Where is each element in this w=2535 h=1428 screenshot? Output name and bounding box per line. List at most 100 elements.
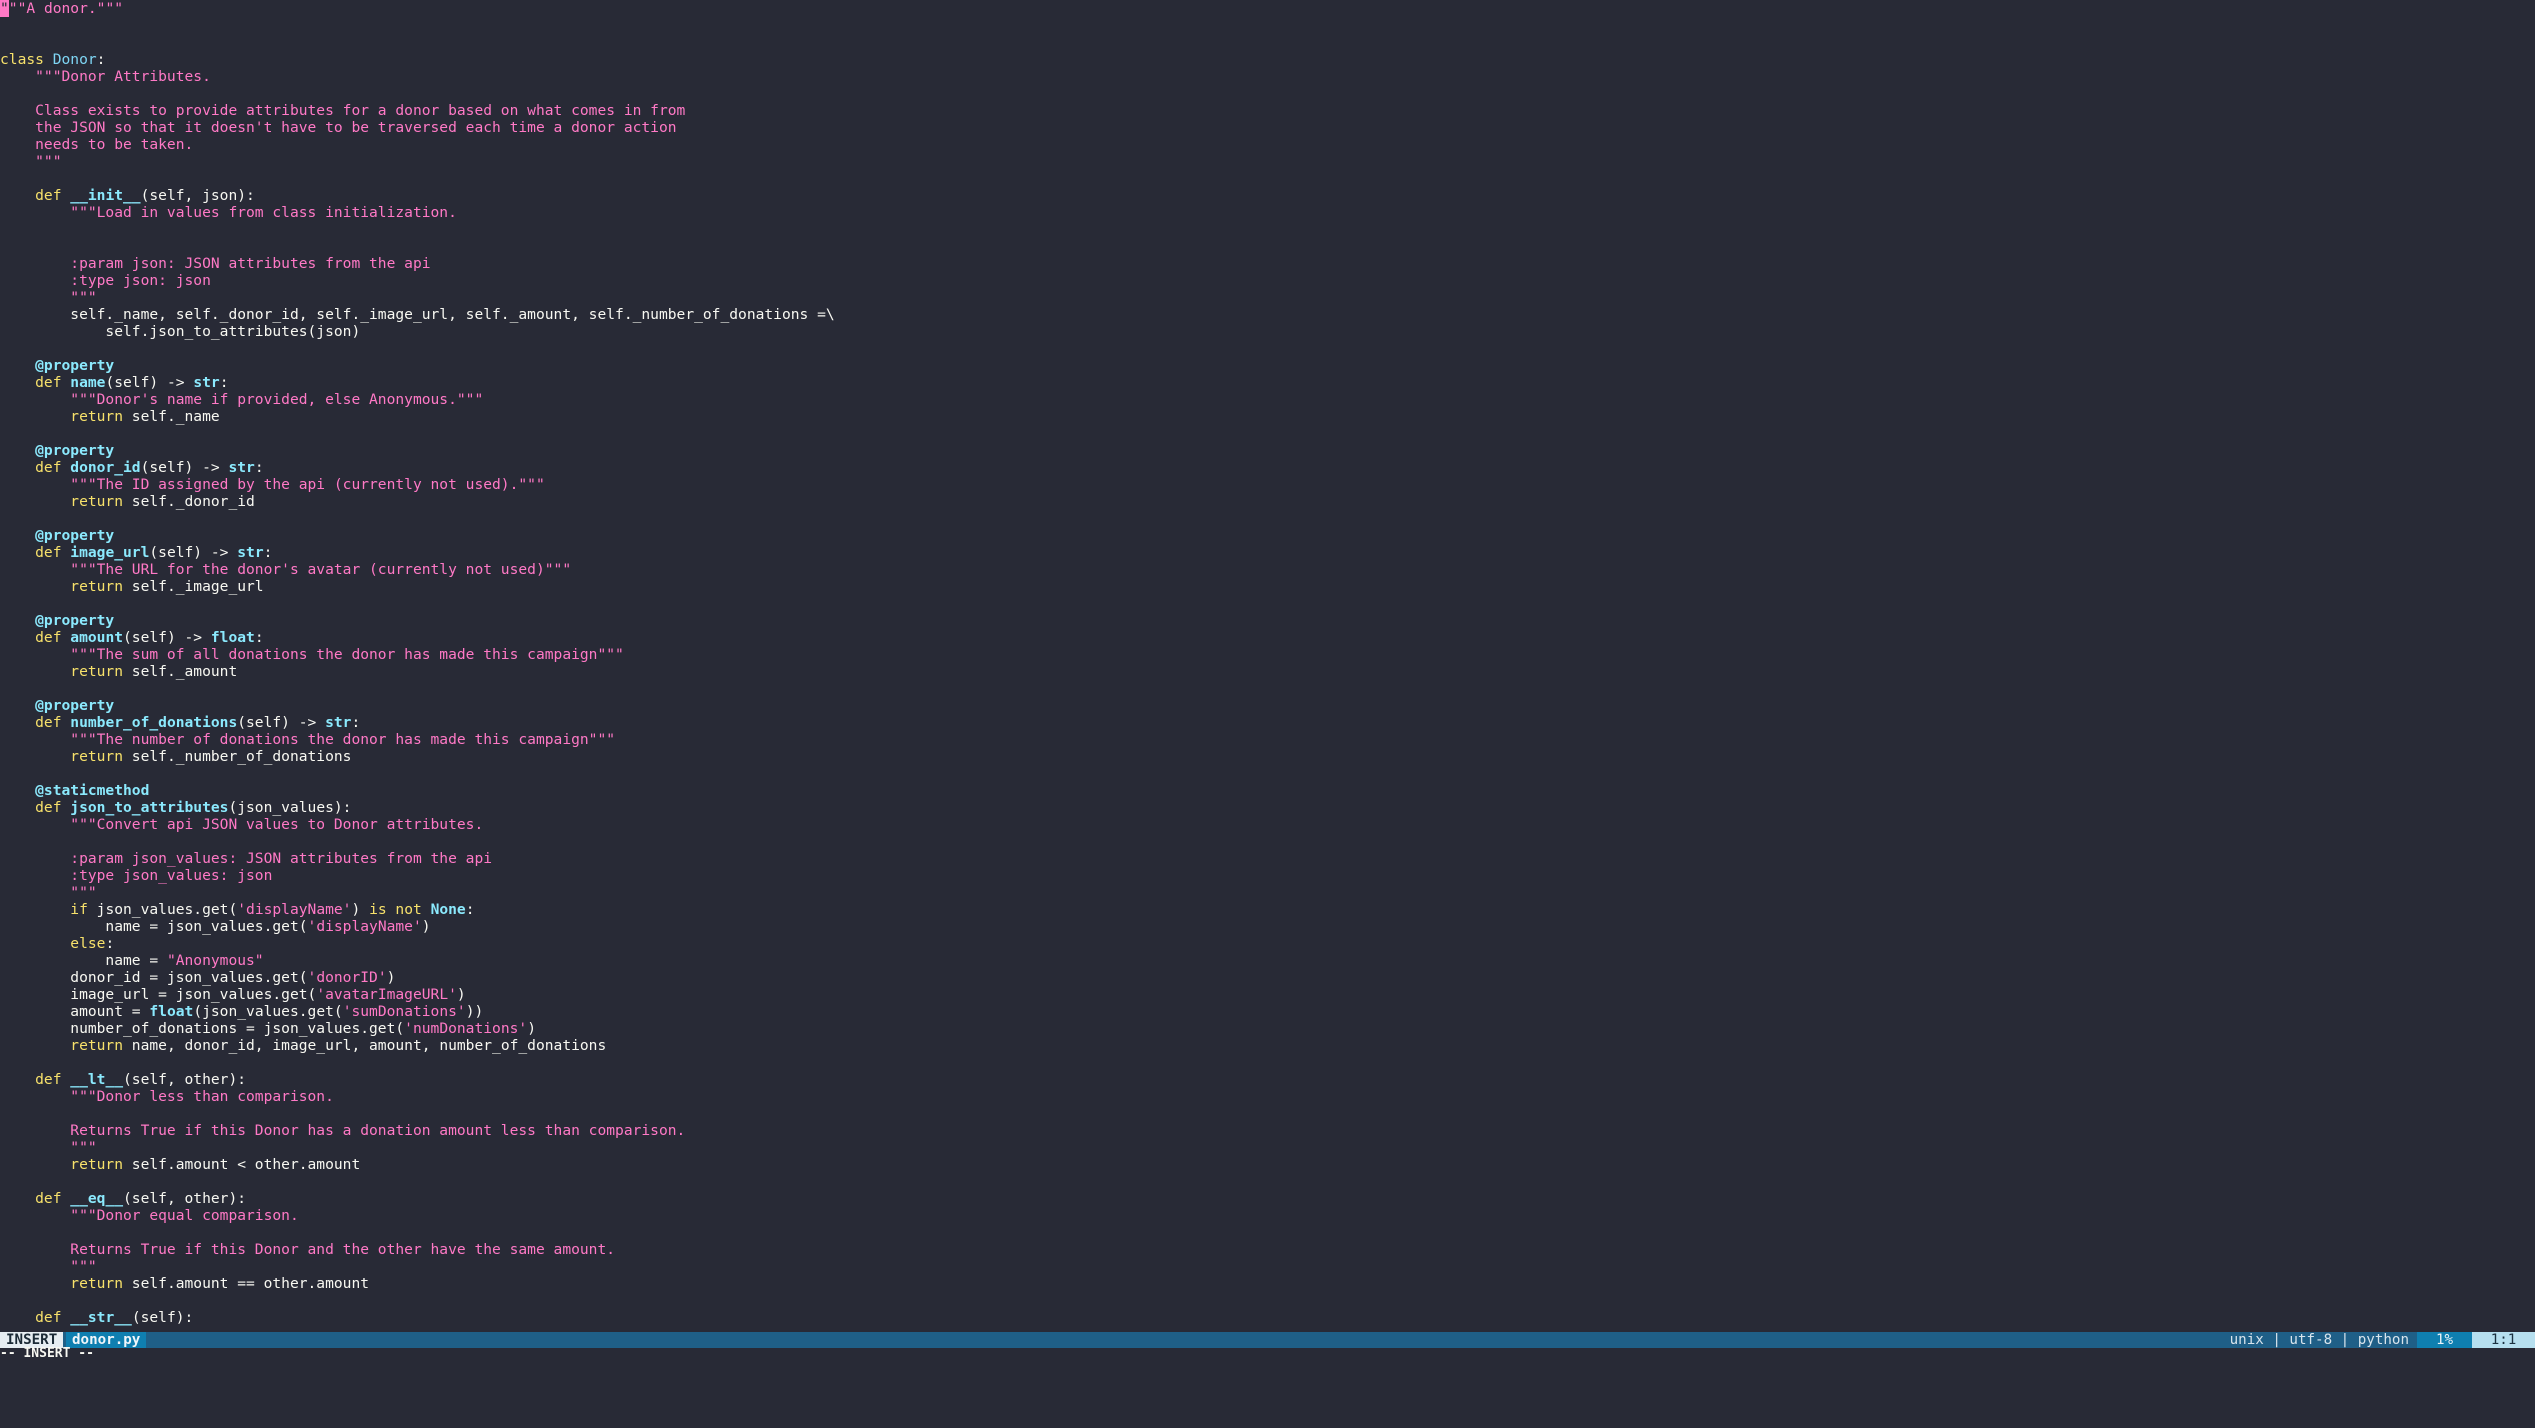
code-token-builtin: str [237,544,264,561]
code-token-func: __init__ [70,187,141,204]
code-token-string: """ [0,153,62,170]
code-line[interactable]: donor_id = json_values.get('donorID') [0,969,2535,986]
code-line[interactable]: def __lt__(self, other): [0,1071,2535,1088]
code-line[interactable]: :param json_values: JSON attributes from… [0,850,2535,867]
code-line[interactable]: def amount(self) -> float: [0,629,2535,646]
code-line[interactable]: """ [0,1139,2535,1156]
code-line[interactable]: self._name, self._donor_id, self._image_… [0,306,2535,323]
code-line[interactable]: """Convert api JSON values to Donor attr… [0,816,2535,833]
code-token-plain: : [263,544,273,561]
code-line[interactable]: return name, donor_id, image_url, amount… [0,1037,2535,1054]
code-line[interactable] [0,221,2535,238]
code-line[interactable] [0,17,2535,34]
code-line[interactable] [0,595,2535,612]
code-line[interactable] [0,340,2535,357]
code-line[interactable]: return self.amount == other.amount [0,1275,2535,1292]
code-line[interactable]: """The number of donations the donor has… [0,731,2535,748]
code-line[interactable]: def __eq__(self, other): [0,1190,2535,1207]
code-line[interactable]: @property [0,612,2535,629]
code-line[interactable]: the JSON so that it doesn't have to be t… [0,119,2535,136]
code-line[interactable]: def image_url(self) -> str: [0,544,2535,561]
code-line[interactable]: """Load in values from class initializat… [0,204,2535,221]
code-line[interactable]: """The ID assigned by the api (currently… [0,476,2535,493]
code-line[interactable] [0,765,2535,782]
code-line[interactable]: """ [0,153,2535,170]
code-line[interactable]: return self._number_of_donations [0,748,2535,765]
code-token-string: """Load in values from class initializat… [0,204,457,221]
code-token-builtin: str [228,459,255,476]
code-line[interactable] [0,425,2535,442]
code-line[interactable]: :type json_values: json [0,867,2535,884]
code-line[interactable]: """Donor Attributes. [0,68,2535,85]
code-line[interactable]: def __str__(self): [0,1309,2535,1326]
code-token-plain: : [465,901,475,918]
code-token-plain: name = json_values.get( [0,918,308,935]
command-line[interactable]: -- INSERT -- [0,1347,2535,1360]
code-line[interactable] [0,1292,2535,1309]
code-line[interactable]: @property [0,697,2535,714]
code-token-plain: (json_values.get( [193,1003,343,1020]
code-line[interactable]: """Donor equal comparison. [0,1207,2535,1224]
code-line[interactable] [0,34,2535,51]
code-line[interactable]: Returns True if this Donor and the other… [0,1241,2535,1258]
code-line[interactable]: class Donor: [0,51,2535,68]
code-line[interactable]: name = "Anonymous" [0,952,2535,969]
code-line[interactable]: amount = float(json_values.get('sumDonat… [0,1003,2535,1020]
code-token-plain: : [219,374,229,391]
code-line[interactable]: :param json: JSON attributes from the ap… [0,255,2535,272]
code-line[interactable] [0,510,2535,527]
code-line[interactable]: @property [0,527,2535,544]
code-line[interactable]: return self._image_url [0,578,2535,595]
code-line[interactable]: """A donor.""" [0,0,2535,17]
code-line[interactable]: return self._amount [0,663,2535,680]
code-line[interactable]: Returns True if this Donor has a donatio… [0,1122,2535,1139]
code-line[interactable] [0,170,2535,187]
code-line[interactable]: if json_values.get('displayName') is not… [0,901,2535,918]
code-line[interactable] [0,85,2535,102]
code-line[interactable]: image_url = json_values.get('avatarImage… [0,986,2535,1003]
code-token-string: 'displayName' [237,901,352,918]
code-line[interactable]: @property [0,357,2535,374]
code-token-string: """The URL for the donor's avatar (curre… [0,561,572,578]
code-line[interactable]: """The URL for the donor's avatar (curre… [0,561,2535,578]
code-line[interactable]: self.json_to_attributes(json) [0,323,2535,340]
code-line[interactable]: name = json_values.get('displayName') [0,918,2535,935]
code-line[interactable] [0,833,2535,850]
code-line[interactable]: """ [0,884,2535,901]
code-line[interactable] [0,1224,2535,1241]
code-editor[interactable]: """A donor.""" class Donor: """Donor Att… [0,0,2535,1332]
code-line[interactable]: Class exists to provide attributes for a… [0,102,2535,119]
code-line[interactable]: return self._donor_id [0,493,2535,510]
code-token-decorator: @property [0,357,115,374]
code-token-def: def [0,374,71,391]
code-line[interactable]: @property [0,442,2535,459]
code-line[interactable]: """ [0,289,2535,306]
code-line[interactable]: def number_of_donations(self) -> str: [0,714,2535,731]
code-line[interactable]: def donor_id(self) -> str: [0,459,2535,476]
code-line[interactable]: :type json: json [0,272,2535,289]
code-line[interactable]: """Donor less than comparison. [0,1088,2535,1105]
code-line[interactable]: @staticmethod [0,782,2535,799]
code-line[interactable]: """The sum of all donations the donor ha… [0,646,2535,663]
code-line[interactable] [0,1105,2535,1122]
code-line[interactable]: def json_to_attributes(json_values): [0,799,2535,816]
code-token-builtin: str [325,714,352,731]
code-token-keyword: class [0,51,53,68]
code-line[interactable]: """Donor's name if provided, else Anonym… [0,391,2535,408]
code-line[interactable]: return self.amount < other.amount [0,1156,2535,1173]
code-line[interactable] [0,1054,2535,1071]
code-line[interactable]: needs to be taken. [0,136,2535,153]
code-token-string: 'numDonations' [404,1020,528,1037]
code-line[interactable]: def __init__(self, json): [0,187,2535,204]
code-token-string: :param json_values: JSON attributes from… [0,850,493,867]
code-line[interactable]: return self._name [0,408,2535,425]
code-line[interactable] [0,238,2535,255]
code-line[interactable]: def name(self) -> str: [0,374,2535,391]
code-line[interactable] [0,1173,2535,1190]
code-token-func: number_of_donations [70,714,238,731]
code-line[interactable]: number_of_donations = json_values.get('n… [0,1020,2535,1037]
code-line[interactable]: """ [0,1258,2535,1275]
code-line[interactable]: else: [0,935,2535,952]
code-token-decorator: @property [0,612,115,629]
code-line[interactable] [0,680,2535,697]
